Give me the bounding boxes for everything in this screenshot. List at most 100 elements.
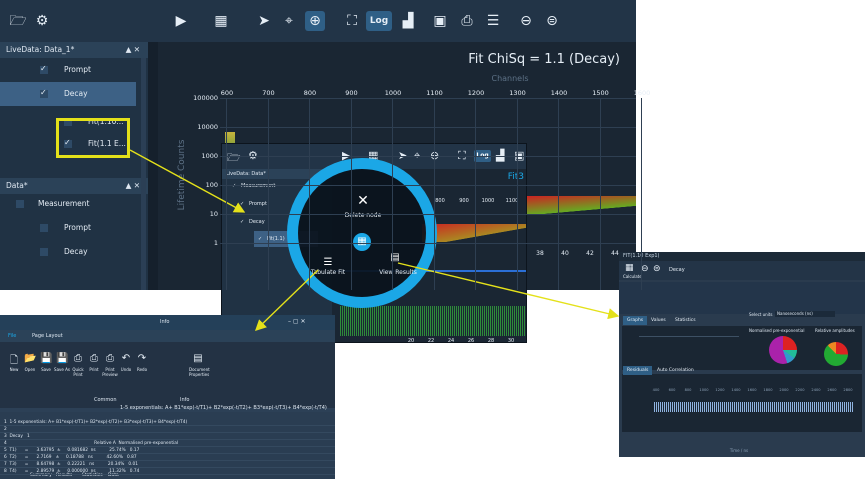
close-icon[interactable]: ✕ — [351, 193, 375, 209]
pointer-icon[interactable]: ➤ — [256, 11, 272, 31]
spreadsheet-row[interactable]: 3 Decay 1 — [0, 433, 335, 440]
fit-screen-icon[interactable]: ⛶ — [343, 11, 361, 31]
tabulate-icon[interactable]: ☰ — [321, 257, 335, 268]
results-tab[interactable]: Graphs — [623, 316, 648, 325]
data-item-prompt[interactable]: Prompt — [0, 216, 140, 240]
spreadsheet-row[interactable]: 5 T1) = 3.63795 ± 0.081682 ns 25.74% 0.1… — [0, 447, 335, 454]
ribbon-tabs: File Page Layout — [0, 330, 335, 342]
x-tick-label: 1200 — [467, 89, 485, 97]
y-tick-label: 1 — [213, 239, 218, 247]
ribbon-button-icon[interactable]: ↷ — [136, 353, 148, 364]
popup-bottom-tick: 22 — [427, 338, 435, 343]
ribbon-button-icon[interactable]: ↶ — [120, 353, 132, 364]
ribbon-button-label[interactable]: Redo — [133, 367, 151, 372]
scrollbar[interactable] — [141, 58, 146, 290]
residuals-x-tick: 1800 — [763, 388, 773, 392]
forward-icon[interactable]: ⊜ — [653, 264, 661, 274]
residuals-x-tick: 1000 — [699, 388, 709, 392]
ribbon-button-icon[interactable]: ⎙ — [88, 353, 100, 364]
tree-item-label: Prompt — [64, 65, 91, 74]
formula-bar[interactable]: 1-5 exponentials: A+ B1*exp(-t/T1)+ B2*e… — [120, 405, 335, 412]
results-lower-tab[interactable]: Auto Correlation — [653, 366, 698, 375]
data-item-decay[interactable]: Decay — [0, 240, 140, 264]
ribbon-button-icon[interactable]: 💾 — [56, 353, 68, 364]
spreadsheet-titlebar: Info – ▢ ✕ — [0, 315, 335, 330]
open-icon[interactable]: 🗁 — [8, 11, 28, 31]
zoom-icon[interactable]: ⊕ — [305, 11, 325, 31]
calculator-icon[interactable]: ▦ — [212, 11, 230, 31]
ribbon-button-icon[interactable]: 💾 — [40, 353, 52, 364]
chart-icon[interactable]: ▟ — [398, 11, 418, 31]
window-title: Info — [160, 319, 170, 325]
table-icon[interactable]: ☰ — [483, 11, 503, 31]
decay-label: Decay — [669, 267, 685, 273]
tree-item-label: Measurement — [240, 183, 276, 189]
spreadsheet-row[interactable]: 2 — [0, 426, 335, 433]
plot-title: Fit ChiSq = 1.1 (Decay) — [468, 52, 620, 67]
view-results-icon[interactable]: ▤ — [388, 252, 402, 263]
panel-controls[interactable]: ▲ ✕ — [126, 45, 140, 54]
print-icon[interactable]: ⎙ — [457, 11, 477, 31]
residuals-x-tick: 2000 — [779, 388, 789, 392]
ribbon-button-label[interactable]: Document Properties — [189, 367, 210, 377]
ribbon-button-icon[interactable]: ⎙ — [104, 353, 116, 364]
calculate-icon[interactable]: ▦ — [625, 263, 634, 273]
data-item-measurement[interactable]: Measurement — [0, 192, 140, 216]
tabulate-fit-option[interactable]: Tabulate Fit — [310, 269, 346, 276]
x-tick-label: 600 — [220, 89, 234, 97]
popup-tree-prompt[interactable]: ✓ Prompt — [240, 201, 267, 207]
checkbox[interactable] — [40, 57, 48, 81]
forward-icon[interactable]: ⊜ — [542, 11, 562, 31]
document-icon[interactable]: ▣ — [430, 11, 450, 31]
checkbox[interactable] — [40, 81, 48, 105]
grid-line-vertical — [641, 98, 642, 290]
checkbox[interactable] — [40, 248, 48, 256]
units-select[interactable]: Nanoseconds (ns) — [775, 311, 835, 317]
gear-icon[interactable]: ⚙ — [34, 11, 50, 31]
tree-item-decay[interactable]: Decay — [0, 81, 136, 106]
popup-tree-decay[interactable]: ✓ Decay — [240, 219, 265, 225]
results-lower-tab[interactable]: Residuals — [623, 366, 653, 375]
pie-normalised — [769, 336, 797, 364]
grid-line-horizontal — [220, 127, 636, 128]
popup-tree-measurement[interactable]: ✓ Measurement — [232, 183, 275, 189]
tree-item-prompt[interactable]: Prompt — [0, 57, 140, 82]
spreadsheet-row[interactable]: 6 T2) = 2.7169 ± 0.18788 ns 42.60% 0.87 — [0, 454, 335, 461]
ribbon-button-icon[interactable]: 📂 — [24, 353, 36, 364]
residuals-x-tick: 800 — [684, 388, 692, 392]
window-controls[interactable]: – ▢ ✕ — [288, 318, 306, 325]
view-results-option[interactable]: View Results — [378, 269, 418, 276]
panel-controls[interactable]: ▲ ✕ — [126, 181, 140, 190]
tree-item-label: Fit(1.1) — [266, 236, 285, 242]
results-tab[interactable]: Statistics — [671, 316, 700, 325]
x-tick-label: 1000 — [384, 89, 402, 97]
y-tick-label: 100000 — [193, 94, 218, 102]
x-tick-label: 1400 — [550, 89, 568, 97]
spreadsheet-row[interactable]: 4 Relative A Normalised pre-exponential — [0, 440, 335, 447]
grid-line-horizontal — [220, 156, 636, 157]
back-icon[interactable]: ⊖ — [516, 11, 536, 31]
residuals-x-tick: 2200 — [795, 388, 805, 392]
ribbon-button-icon[interactable]: ▤ — [192, 353, 204, 364]
play-icon[interactable]: ▶ — [172, 11, 190, 31]
results-window: FIT(1.10 Exp1) ▦ Calculate ⊖ ⊜ Decay Sel… — [619, 252, 865, 457]
ribbon-button-icon[interactable]: ⎙ — [72, 353, 84, 364]
checkbox[interactable] — [16, 200, 24, 208]
back-icon[interactable]: ⊖ — [641, 264, 649, 274]
spreadsheet-row[interactable]: 8 T4) = 2.89579 ± 0.000000 ns 11.32% 0.7… — [0, 468, 335, 475]
spreadsheet-row[interactable]: 7 T3) = 8.64798 ± 0.22221 ns 20.34% 0.01 — [0, 461, 335, 468]
main-toolbar: 🗁 ⚙ ▶ ▦ ➤ ⌖ ⊕ ⛶ Log ▟ ▣ ⎙ ☰ ⊖ ⊜ — [0, 0, 636, 42]
tab-file[interactable]: File — [8, 333, 16, 339]
checkbox[interactable] — [40, 224, 48, 232]
grid-line-horizontal — [220, 185, 636, 186]
main-lower-tick: 38 — [536, 250, 544, 257]
log-scale-button[interactable]: Log — [366, 11, 392, 31]
table-center-icon[interactable]: ▦ — [353, 233, 371, 251]
results-tab[interactable]: Values — [647, 316, 670, 325]
crosshair-icon[interactable]: ⌖ — [280, 11, 298, 31]
chart-label-normalised: Normalised pre-exponential — [749, 328, 805, 333]
open-icon[interactable]: 🗁 — [227, 149, 241, 168]
tab-page-layout[interactable]: Page Layout — [32, 333, 63, 339]
bar-chart-area — [639, 336, 739, 366]
spreadsheet-row[interactable]: 1 1-5 exponentials: A+ B1*exp(-t/T1)+ B2… — [0, 419, 335, 426]
